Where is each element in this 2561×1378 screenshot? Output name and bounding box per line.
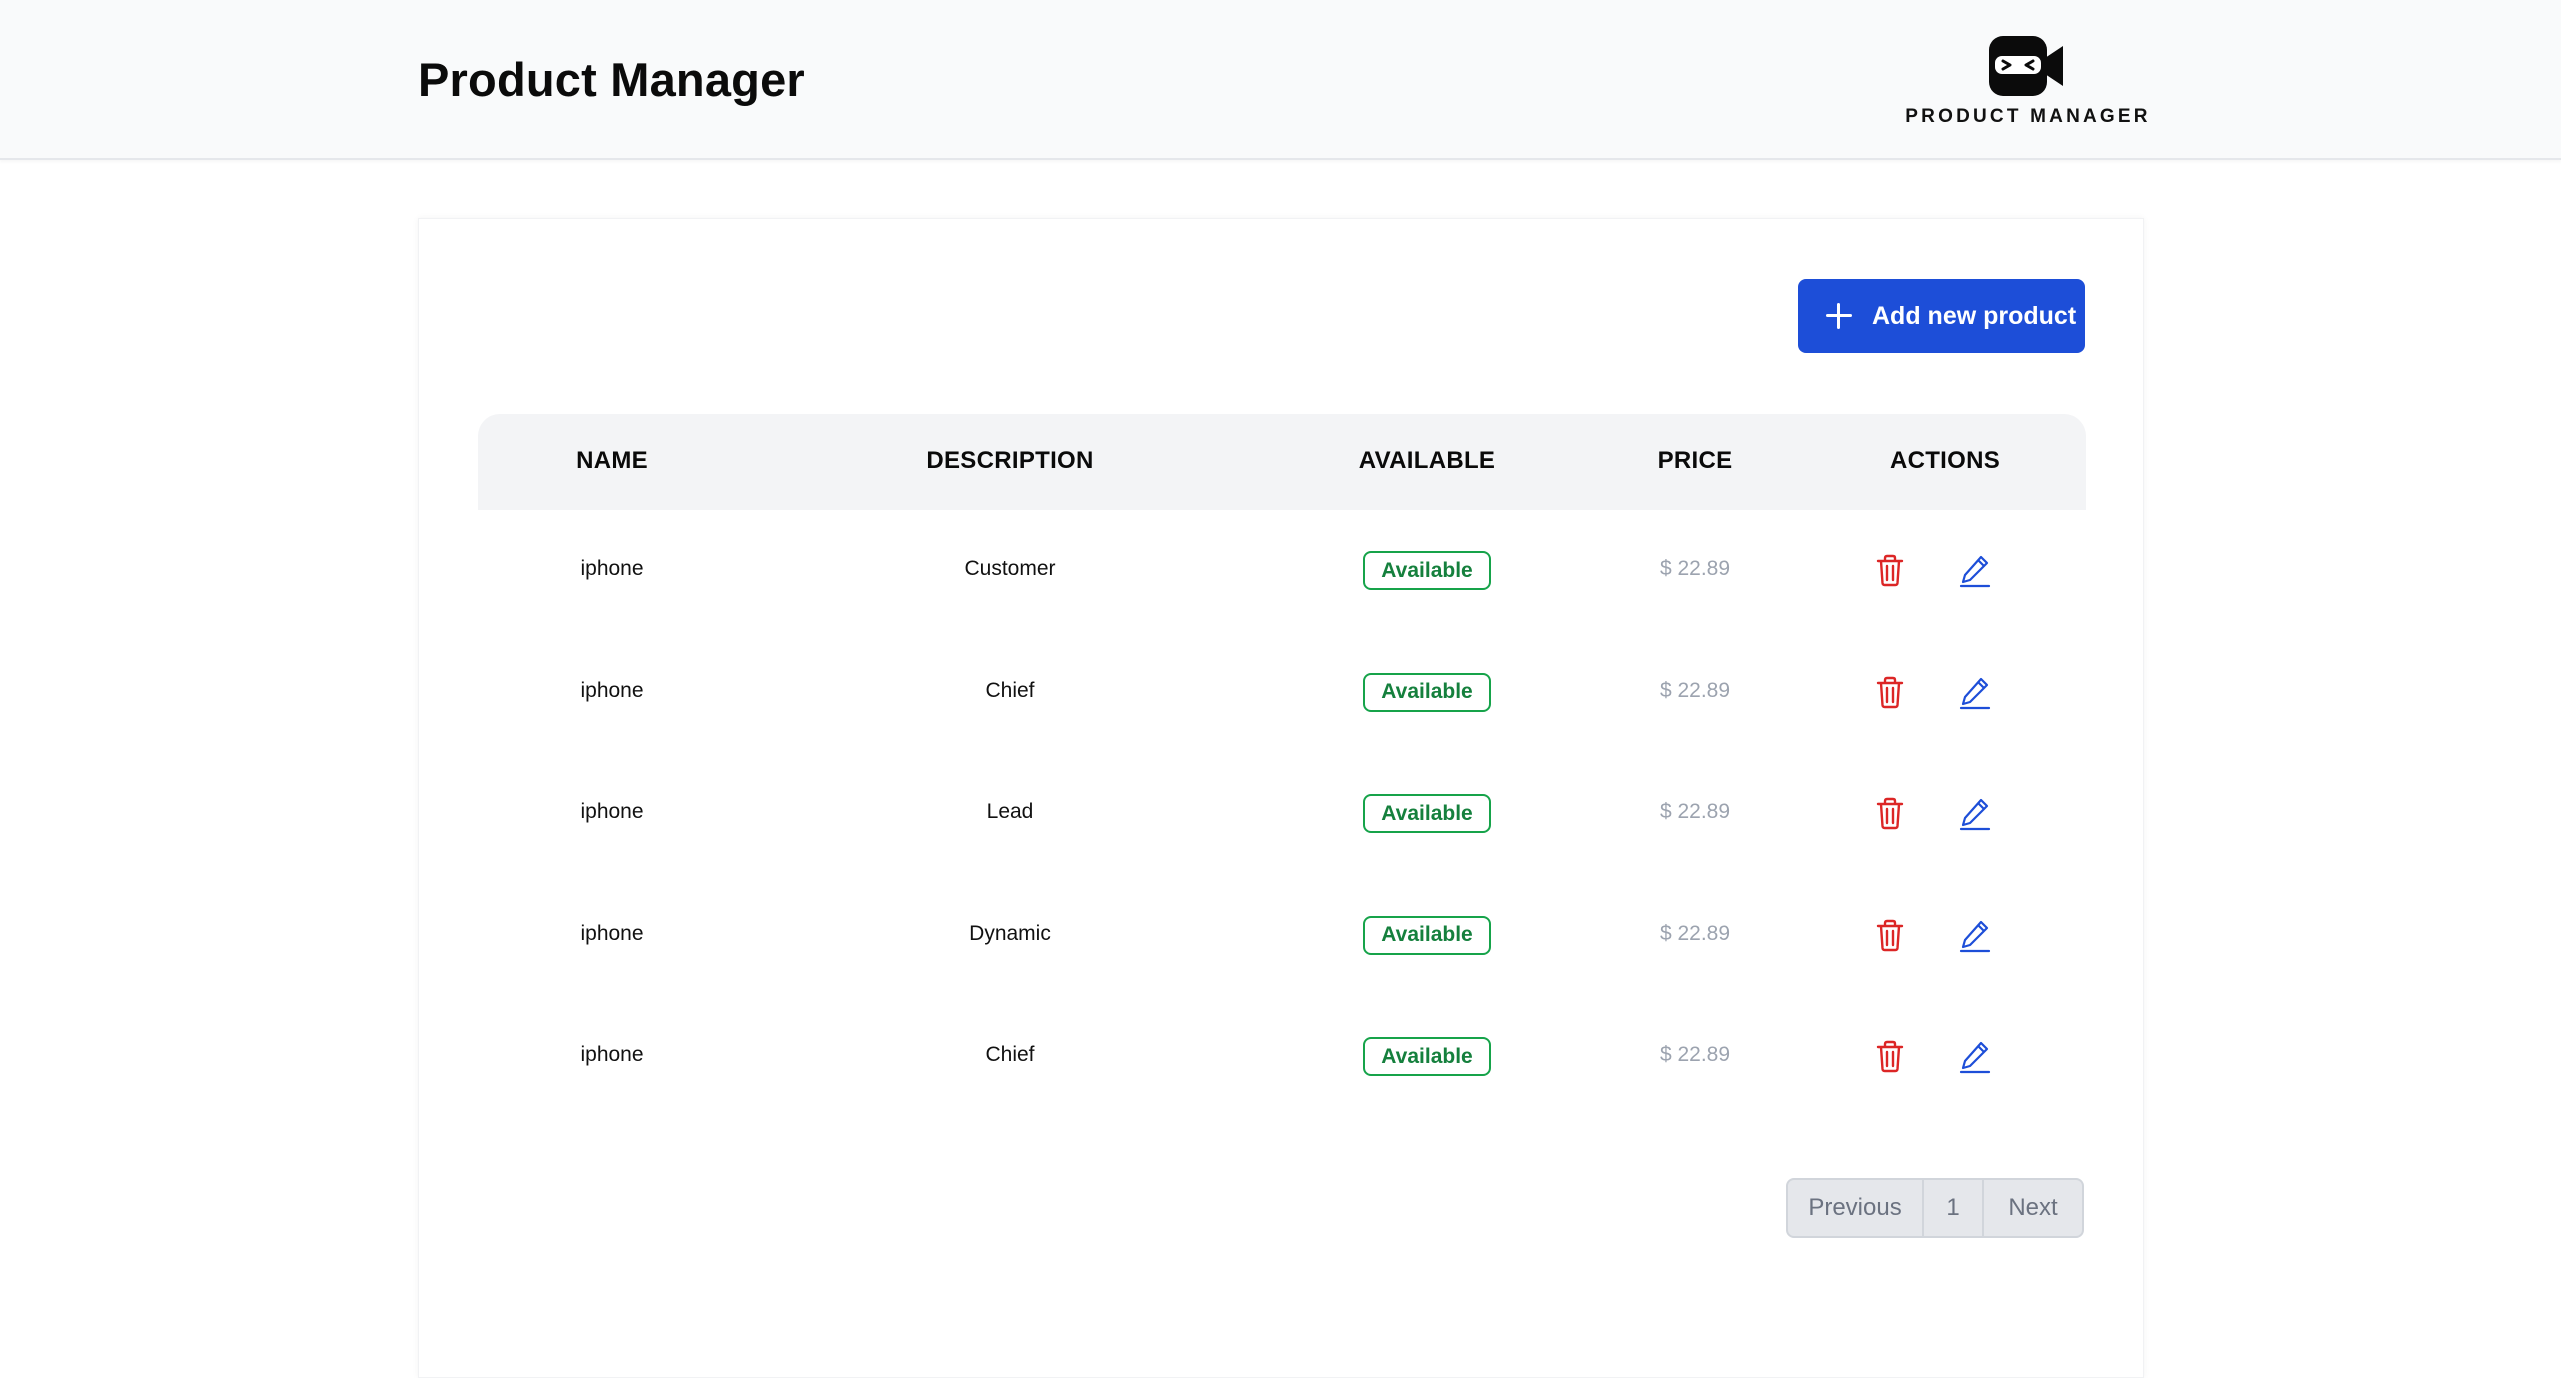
page-number-button[interactable]: 1 — [1924, 1180, 1984, 1236]
app-header: Product Manager PRODUCT MANAGER — [0, 0, 2561, 160]
add-new-product-label: Add new product — [1872, 301, 2077, 330]
pencil-icon[interactable] — [1957, 917, 1993, 953]
ninja-camera-icon — [1989, 36, 2063, 96]
product-description-cell: Chief — [985, 1043, 1035, 1066]
column-header-description: DESCRIPTION — [926, 447, 1094, 474]
pagination: Previous 1 Next — [1786, 1178, 2084, 1238]
available-status-badge: Available — [1363, 551, 1491, 590]
pencil-icon[interactable] — [1957, 674, 1993, 710]
table-header: NAME DESCRIPTION AVAILABLE PRICE ACTIONS — [478, 414, 2086, 510]
page-title: Product Manager — [418, 53, 805, 106]
column-header-price: PRICE — [1657, 447, 1733, 474]
pencil-icon[interactable] — [1957, 795, 1993, 831]
product-price-cell: $ 22.89 — [1659, 557, 1731, 580]
pencil-icon[interactable] — [1957, 1038, 1993, 1074]
table-row: iphone Chief Available $ 22.89 — [478, 996, 2086, 1118]
product-price-cell: $ 22.89 — [1659, 678, 1731, 702]
product-description-cell: Customer — [964, 557, 1056, 580]
trash-icon[interactable] — [1872, 674, 1908, 710]
previous-page-button[interactable]: Previous — [1788, 1180, 1924, 1236]
table-row: iphone Lead Available $ 22.89 — [478, 753, 2086, 875]
available-status-badge: Available — [1363, 1037, 1491, 1076]
trash-icon[interactable] — [1872, 1038, 1908, 1074]
product-name-cell: iphone — [580, 1043, 644, 1066]
plus-icon — [1826, 303, 1852, 329]
trash-icon[interactable] — [1872, 552, 1908, 588]
column-header-available: AVAILABLE — [1358, 447, 1496, 474]
product-manager-logo: PRODUCT MANAGER — [1900, 30, 2150, 134]
trash-icon[interactable] — [1872, 795, 1908, 831]
product-name-cell: iphone — [580, 800, 644, 823]
logo-wordmark: PRODUCT MANAGER — [1905, 106, 2151, 127]
column-header-actions: ACTIONS — [1889, 447, 2001, 474]
table-row: iphone Chief Available $ 22.89 — [478, 632, 2086, 754]
pencil-icon[interactable] — [1957, 552, 1993, 588]
product-price-cell: $ 22.89 — [1659, 800, 1731, 823]
product-description-cell: Chief — [985, 678, 1035, 702]
available-status-badge: Available — [1363, 672, 1491, 712]
product-price-cell: $ 22.89 — [1659, 921, 1731, 945]
product-name-cell: iphone — [580, 678, 644, 702]
product-description-cell: Dynamic — [969, 921, 1051, 945]
next-page-button[interactable]: Next — [1984, 1180, 2082, 1236]
product-name-cell: iphone — [580, 921, 644, 945]
column-header-name: NAME — [576, 447, 648, 474]
product-price-cell: $ 22.89 — [1659, 1043, 1731, 1066]
table-body: iphone Customer Available $ 22.89 iphone Chie… — [478, 510, 2086, 1118]
product-description-cell: Lead — [986, 800, 1034, 823]
table-row: iphone Dynamic Available $ 22.89 — [478, 875, 2086, 997]
add-new-product-button[interactable]: Add new product — [1798, 279, 2085, 353]
products-table: NAME DESCRIPTION AVAILABLE PRICE ACTIONS… — [478, 414, 2086, 1118]
table-row: iphone Customer Available $ 22.89 — [478, 510, 2086, 632]
available-status-badge: Available — [1363, 915, 1491, 955]
product-name-cell: iphone — [580, 557, 644, 580]
available-status-badge: Available — [1363, 794, 1491, 833]
trash-icon[interactable] — [1872, 917, 1908, 953]
